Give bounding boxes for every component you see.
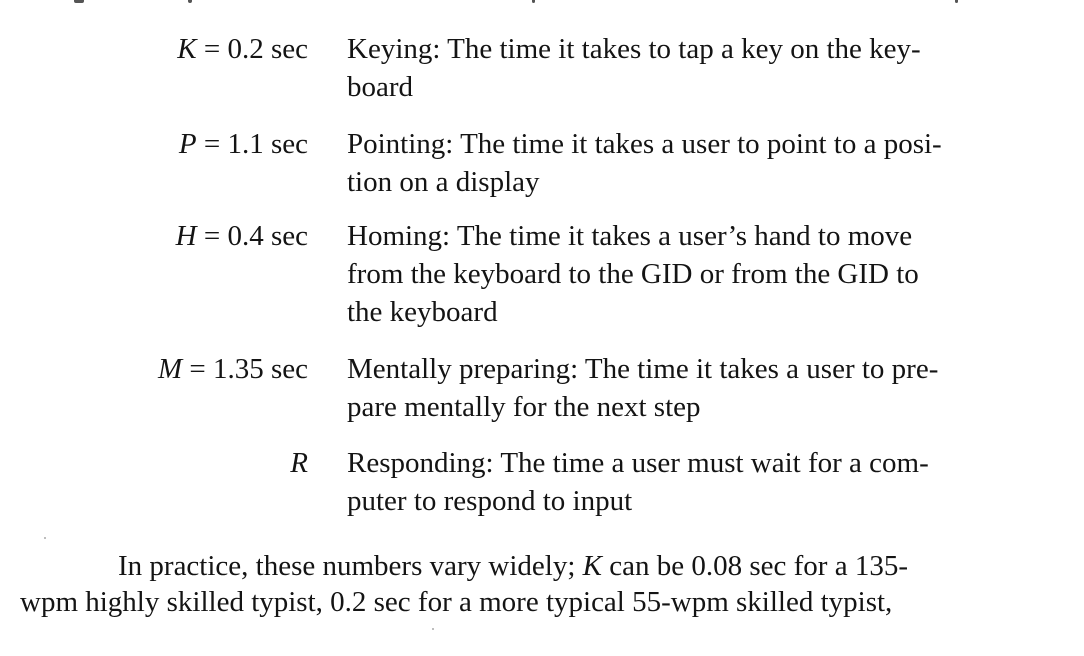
description-line: board xyxy=(347,71,414,103)
paragraph-line: wpm highly skilled typist, 0.2 sec for a… xyxy=(20,586,893,618)
cropped-previous-line xyxy=(0,0,1084,8)
description-line: tion on a display xyxy=(347,166,540,198)
description-line: Pointing: The time it takes a user to po… xyxy=(347,128,942,160)
definition-term: H = 0.4 sec xyxy=(176,217,308,255)
operator-value: = 1.1 sec xyxy=(196,128,308,160)
description-line: from the keyboard to the GID or from the… xyxy=(347,258,919,290)
definition-description: Responding: The time a user must wait fo… xyxy=(347,444,1047,520)
definition-term: K = 0.2 sec xyxy=(177,30,308,68)
paragraph-text: In practice, these numbers vary widely; xyxy=(118,550,583,582)
definition-term: R xyxy=(290,444,308,482)
operator-symbol: H xyxy=(175,220,197,252)
description-line: Keying: The time it takes to tap a key o… xyxy=(347,33,921,65)
operator-value: = 0.4 sec xyxy=(196,220,308,252)
description-line: puter to respond to input xyxy=(347,485,633,517)
operator-symbol: R xyxy=(290,447,308,479)
operator-symbol: K xyxy=(582,550,602,582)
operator-symbol: M xyxy=(157,353,183,385)
definition-description: Pointing: The time it takes a user to po… xyxy=(347,125,1047,201)
paragraph-line: In practice, these numbers vary widely; … xyxy=(118,547,908,585)
definition-term: P = 1.1 sec xyxy=(179,125,308,163)
operator-symbol: P xyxy=(178,128,197,160)
description-line: Homing: The time it takes a user’s hand … xyxy=(347,220,913,252)
operator-value: = 0.2 sec xyxy=(196,33,308,65)
paragraph-text: can be 0.08 sec for a 135- xyxy=(601,550,908,582)
definition-term: M = 1.35 sec xyxy=(158,350,308,388)
description-line: Responding: The time a user must wait fo… xyxy=(347,447,929,479)
scan-speck xyxy=(432,628,434,630)
definition-description: Homing: The time it takes a user’s hand … xyxy=(347,217,1047,331)
description-line: the keyboard xyxy=(347,296,498,328)
description-line: pare mentally for the next step xyxy=(347,391,701,423)
definition-description: Keying: The time it takes to tap a key o… xyxy=(347,30,1047,106)
scan-speck xyxy=(44,537,46,539)
operator-symbol: K xyxy=(177,33,197,65)
description-line: Mentally preparing: The time it takes a … xyxy=(347,353,939,385)
operator-value: = 1.35 sec xyxy=(182,353,308,385)
definition-description: Mentally preparing: The time it takes a … xyxy=(347,350,1047,426)
